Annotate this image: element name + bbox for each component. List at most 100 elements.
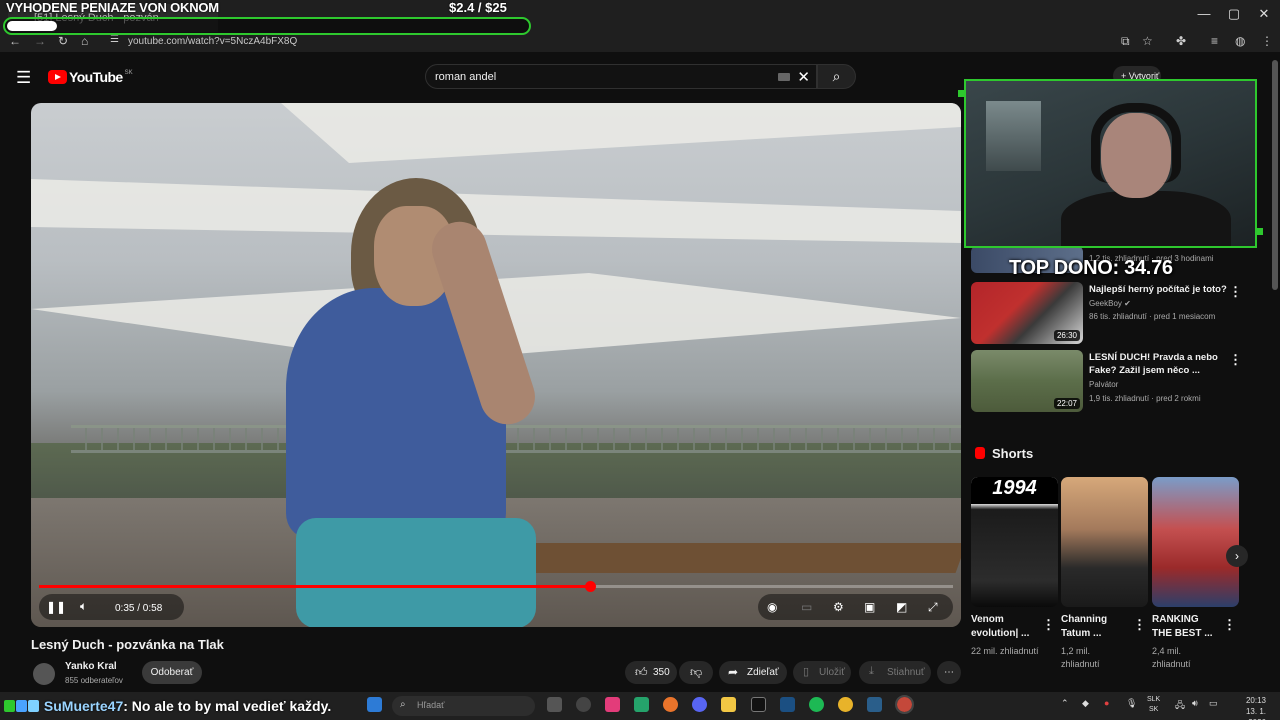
save-button[interactable]: ▯ Uložiť bbox=[793, 661, 851, 684]
steam-icon[interactable] bbox=[780, 697, 795, 712]
thumbs-down-icon: 👎︎ bbox=[690, 665, 703, 679]
video-title: Lesný Duch - pozvánka na Tlak bbox=[31, 637, 224, 652]
system-clock[interactable]: 20:1313. 1. 2026 bbox=[1226, 695, 1266, 720]
goal-title: VYHODENE PENIAZE VON OKNOM bbox=[6, 0, 219, 15]
miniplayer-icon[interactable]: ▣ bbox=[864, 600, 875, 614]
rec-title[interactable]: LESNÍ DUCH! Pravda a nebo Fake? Zažil js… bbox=[1089, 351, 1229, 377]
tray-chevron-icon[interactable]: ⌃ bbox=[1061, 698, 1069, 709]
task-view-icon[interactable] bbox=[547, 697, 562, 712]
search-icon: ⌕ bbox=[400, 699, 406, 710]
youtube-logo[interactable]: YouTube SK bbox=[48, 69, 133, 85]
start-icon[interactable] bbox=[367, 697, 382, 712]
short-menu-icon[interactable]: ⋮ bbox=[1223, 617, 1236, 633]
rec-thumbnail[interactable]: 22:07 bbox=[971, 350, 1083, 412]
app-icon[interactable] bbox=[634, 697, 649, 712]
guide-menu-icon[interactable]: ☰ bbox=[16, 68, 31, 88]
app-icon[interactable] bbox=[663, 697, 678, 712]
search-button[interactable]: ⌕ bbox=[817, 64, 856, 89]
pause-icon[interactable]: ❚❚ bbox=[46, 600, 66, 614]
install-app-icon[interactable]: ⧉ bbox=[1121, 34, 1130, 49]
shorts-next-button[interactable]: › bbox=[1226, 545, 1248, 567]
short-title[interactable]: RANKING THE BEST ... bbox=[1152, 613, 1214, 641]
rec-title[interactable]: Najlepší herný počítač je toto? bbox=[1089, 283, 1229, 296]
rec-menu-icon[interactable]: ⋮ bbox=[1229, 284, 1242, 300]
search-input[interactable]: roman andel ✕ bbox=[425, 64, 817, 89]
short-card[interactable] bbox=[1152, 477, 1239, 607]
volume-icon[interactable]: 🔈︎ bbox=[80, 599, 87, 614]
rec-channel[interactable]: GeekBoy ✔ bbox=[1089, 299, 1131, 308]
goal-progress-bar bbox=[3, 17, 531, 35]
home-icon[interactable]: ⌂ bbox=[81, 34, 88, 48]
dislike-button[interactable]: 👎︎ bbox=[679, 661, 713, 684]
file-explorer-icon[interactable] bbox=[721, 697, 736, 712]
epic-games-icon[interactable] bbox=[751, 697, 766, 712]
short-menu-icon[interactable]: ⋮ bbox=[1042, 617, 1055, 633]
window-light bbox=[986, 101, 1041, 171]
tiktok-icon[interactable] bbox=[605, 697, 620, 712]
url-field[interactable]: youtube.com/watch?v=5NczA4bFX8Q bbox=[128, 36, 297, 47]
network-icon[interactable]: 🖧︎ bbox=[1175, 698, 1185, 714]
rec-thumbnail[interactable]: 26:30 bbox=[971, 282, 1083, 344]
seek-bar[interactable] bbox=[39, 581, 953, 592]
subscribe-button[interactable]: Odoberať bbox=[142, 661, 202, 684]
short-title[interactable]: Venom evolution| ... bbox=[971, 613, 1033, 641]
canopy-sail bbox=[281, 103, 961, 163]
webcam-corner bbox=[958, 90, 965, 97]
video-player[interactable]: ❚❚ 🔈︎ 0:35 / 0:58 ◉ ▭ ⚙ ▣ ◩ ⤢ bbox=[31, 103, 961, 627]
streamer-body bbox=[1061, 191, 1231, 246]
page-scrollbar[interactable] bbox=[1272, 60, 1278, 290]
search-icon: ⌕ bbox=[832, 68, 841, 84]
site-info-icon[interactable]: ☰ bbox=[110, 34, 119, 45]
keyboard-icon[interactable] bbox=[778, 73, 790, 81]
taskbar-search[interactable]: ⌕ Hľadať bbox=[392, 696, 535, 716]
profile-icon[interactable]: ◍ bbox=[1235, 34, 1245, 48]
short-menu-icon[interactable]: ⋮ bbox=[1133, 617, 1146, 633]
fullscreen-icon[interactable]: ⤢ bbox=[928, 600, 938, 615]
channel-avatar[interactable] bbox=[33, 663, 55, 685]
tray-app-icon[interactable]: ◆ bbox=[1082, 698, 1089, 709]
active-browser-icon[interactable] bbox=[895, 695, 914, 714]
volume-icon[interactable]: 🔊︎ bbox=[1192, 698, 1198, 709]
battery-icon[interactable]: ▭ bbox=[1209, 698, 1218, 709]
maximize-button[interactable]: ▢ bbox=[1218, 6, 1250, 22]
channel-name[interactable]: Yanko Kral bbox=[65, 661, 117, 672]
short-card[interactable]: 1994 bbox=[971, 477, 1058, 607]
rec-menu-icon[interactable]: ⋮ bbox=[1229, 352, 1242, 368]
spotify-icon[interactable] bbox=[809, 697, 824, 712]
like-button[interactable]: 👍︎ 350 bbox=[625, 661, 677, 684]
rec-channel[interactable]: Palvátor bbox=[1089, 380, 1118, 389]
cast-icon[interactable]: ◩ bbox=[896, 600, 907, 614]
rec-duration: 26:30 bbox=[1053, 330, 1080, 341]
clear-search-icon[interactable]: ✕ bbox=[797, 68, 810, 86]
bookmark-star-icon[interactable]: ☆ bbox=[1142, 34, 1153, 48]
short-title[interactable]: Channing Tatum ... bbox=[1061, 613, 1123, 641]
discord-icon[interactable] bbox=[692, 697, 707, 712]
browser-menu-icon[interactable]: ⋮ bbox=[1261, 34, 1273, 48]
microphone-icon[interactable]: 🎙︎ bbox=[1126, 698, 1137, 709]
seek-handle[interactable] bbox=[585, 581, 596, 592]
tray-app-icon[interactable]: ● bbox=[1104, 698, 1109, 708]
minimize-button[interactable]: — bbox=[1188, 6, 1220, 21]
autoplay-toggle-icon[interactable]: ◉ bbox=[767, 600, 777, 614]
shorts-icon bbox=[975, 447, 985, 459]
back-icon[interactable]: ← bbox=[9, 34, 21, 48]
download-icon: ⤓ bbox=[869, 665, 874, 677]
media-controls-icon[interactable]: ≡ bbox=[1211, 34, 1218, 48]
chrome-icon[interactable] bbox=[838, 697, 853, 712]
chat-message: SuMuerte47: No ale to by mal vedieť každ… bbox=[4, 698, 331, 714]
short-card[interactable] bbox=[1061, 477, 1148, 607]
close-window-button[interactable]: ✕ bbox=[1248, 6, 1280, 22]
extensions-icon[interactable]: ✤ bbox=[1176, 34, 1186, 48]
rec-meta: 1,9 tis. zhliadnutí · pred 2 rokmi bbox=[1089, 394, 1201, 403]
download-button[interactable]: ⤓ Stiahnuť bbox=[859, 661, 931, 684]
chat-badge-icon bbox=[4, 700, 15, 712]
subtitles-icon[interactable]: ▭ bbox=[801, 600, 812, 614]
steam-icon[interactable] bbox=[867, 697, 882, 712]
share-button[interactable]: ➦ Zdieľať bbox=[719, 661, 787, 684]
more-actions-button[interactable]: ⋯ bbox=[937, 661, 961, 684]
app-icon[interactable] bbox=[576, 697, 591, 712]
language-indicator[interactable]: SLK SK bbox=[1147, 695, 1160, 715]
settings-gear-icon[interactable]: ⚙ bbox=[833, 600, 844, 614]
forward-icon[interactable]: → bbox=[34, 34, 46, 48]
reload-icon[interactable]: ↻ bbox=[58, 34, 68, 48]
